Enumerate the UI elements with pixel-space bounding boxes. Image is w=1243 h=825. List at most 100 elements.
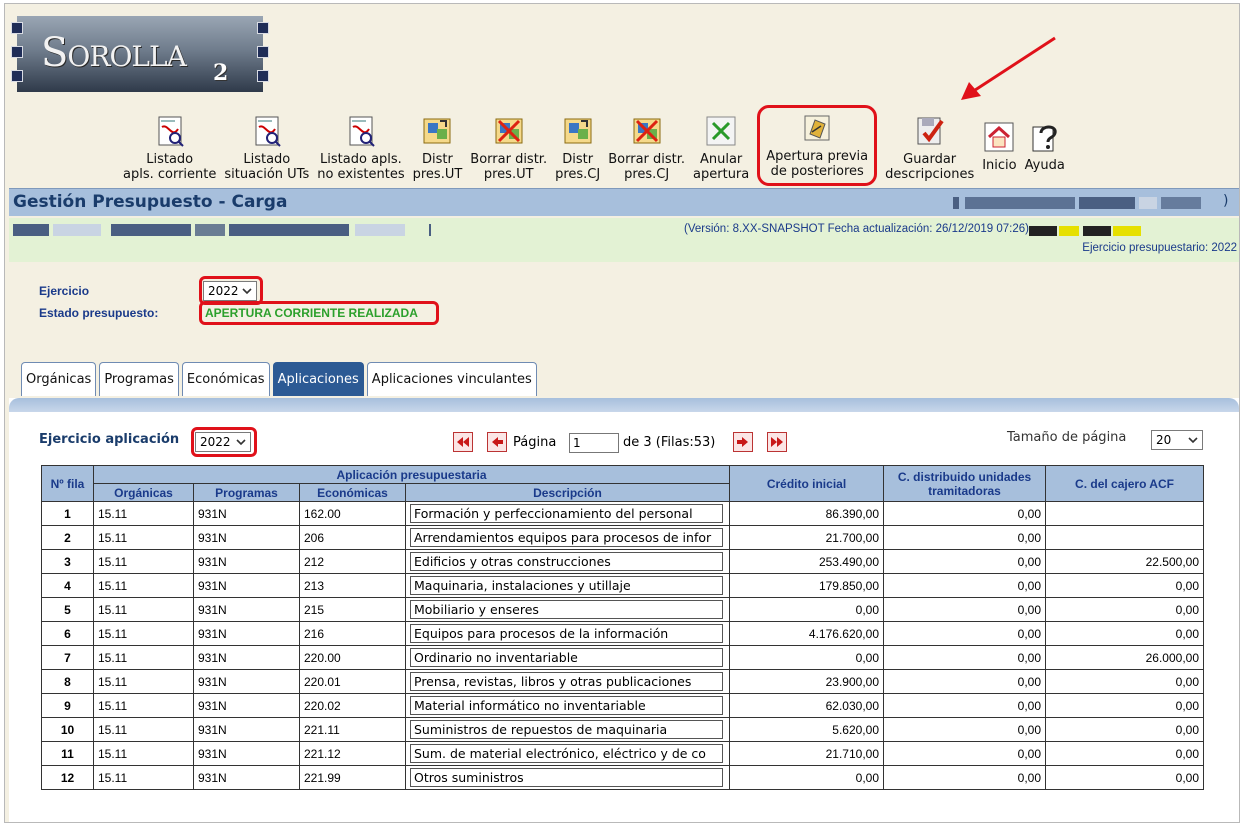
pagina-label: Página (513, 435, 557, 450)
cell-programa: 931N (193, 597, 300, 622)
cell-c-distribuido: 0,00 (883, 669, 1046, 694)
ejercicio-aplicacion-label: Ejercicio aplicación (39, 432, 180, 447)
cell-economica: 220.00 (299, 645, 406, 670)
cell-credito-inicial: 253.490,00 (729, 549, 884, 574)
cell-descripcion: Mobiliario y enseres (405, 597, 730, 622)
table-row: 6 15.11 931N 216 Equipos para procesos de la… (41, 621, 1204, 646)
cell-economica: 216 (299, 621, 406, 646)
redacted-block (53, 224, 101, 236)
distr-pres-ut-button[interactable]: Distr pres.UT (412, 115, 463, 186)
cell-organica: 15.11 (93, 549, 194, 574)
toolbar-label-line2: pres.UT (412, 167, 463, 182)
apertura-previa-button[interactable]: Apertura previa de posteriores (757, 105, 878, 186)
table-row: 3 15.11 931N 212 Edificios y otras construcc… (41, 549, 1204, 574)
next-page-button[interactable] (733, 432, 753, 452)
cell-organica: 15.11 (93, 573, 194, 598)
toolbar-label-line2: descripciones (885, 167, 975, 182)
redacted-block (13, 224, 49, 236)
tamano-pagina-label: Tamaño de página (1007, 430, 1127, 445)
descripcion-input[interactable]: Sum. de material electrónico, eléctrico … (410, 744, 723, 763)
toolbar-label-line1: Listado (146, 152, 194, 167)
listado-apls-no-existentes-button[interactable]: Listado apls. no existentes (317, 115, 405, 186)
redacted-block (111, 224, 191, 236)
redacted-block (1113, 226, 1141, 236)
tab-org-nicas[interactable]: Orgánicas (21, 362, 97, 396)
descripcion-input[interactable]: Otros suministros (410, 768, 723, 787)
descripcion-input[interactable]: Arrendamientos equipos para procesos de … (410, 528, 723, 547)
prev-page-button[interactable] (487, 432, 507, 452)
descripcion-input[interactable]: Formación y perfeccionamiento del person… (410, 504, 723, 523)
col-organicas: Orgánicas (93, 483, 194, 502)
cell-organica: 15.11 (93, 501, 194, 526)
row-number: 3 (41, 549, 94, 574)
chevron-down-icon (1188, 437, 1198, 444)
cell-economica: 213 (299, 573, 406, 598)
tab-programas[interactable]: Programas (99, 362, 179, 396)
pagina-input[interactable]: 1 (569, 433, 619, 453)
last-page-button[interactable] (767, 432, 787, 452)
descripcion-input[interactable]: Edificios y otras construcciones (410, 552, 723, 571)
cell-descripcion: Maquinaria, instalaciones y utillaje (405, 573, 730, 598)
cell-credito-inicial: 23.900,00 (729, 669, 884, 694)
col-group-aplicacion: Aplicación presupuestaria (93, 465, 730, 484)
ejercicio-presupuestario-text: Ejercicio presupuestario: 2022 (1082, 242, 1237, 254)
home-icon (983, 121, 1015, 158)
delete-distribution-icon (631, 115, 663, 152)
logo-text: Sorolla (41, 30, 187, 76)
redacted-block (1029, 226, 1057, 236)
row-number: 8 (41, 669, 94, 694)
cell-economica: 206 (299, 525, 406, 550)
cell-economica: 221.11 (299, 717, 406, 742)
cell-economica: 215 (299, 597, 406, 622)
guardar-descripciones-button[interactable]: Guardar descripciones (885, 115, 974, 186)
col-c-distribuido: C. distribuido unidades tramitadoras (883, 465, 1046, 502)
borrar-distr-pres-ut-button[interactable]: Borrar distr. pres.UT (470, 115, 547, 186)
table-row: 1 15.11 931N 162.00 Formación y perfeccionam… (41, 501, 1204, 526)
table-row: 11 15.11 931N 221.12 Sum. de material electr… (41, 741, 1204, 766)
descripcion-input[interactable]: Prensa, revistas, libros y otras publica… (410, 672, 723, 691)
cell-c-cajero: 0,00 (1045, 693, 1204, 718)
table-row: 7 15.11 931N 220.00 Ordinario no inventariab… (41, 645, 1204, 670)
info-bar: (Versión: 8.XX-SNAPSHOT Fecha actualizac… (9, 218, 1239, 262)
cell-programa: 931N (193, 501, 300, 526)
ayuda-button[interactable]: Ayuda (1025, 121, 1065, 186)
row-number: 10 (41, 717, 94, 742)
pagina-input-value: 1 (573, 436, 581, 450)
descripcion-input[interactable]: Ordinario no inventariable (410, 648, 723, 667)
last-page-icon (771, 437, 783, 447)
cell-descripcion: Sum. de material electrónico, eléctrico … (405, 741, 730, 766)
cell-c-distribuido: 0,00 (883, 573, 1046, 598)
first-page-button[interactable] (453, 432, 473, 452)
table-row: 12 15.11 931N 221.99 Otros suministros 0,00 0,… (41, 765, 1204, 790)
descripcion-input[interactable]: Equipos para procesos de la información (410, 624, 723, 643)
descripcion-input[interactable]: Maquinaria, instalaciones y utillaje (410, 576, 723, 595)
col-programas: Programas (193, 483, 300, 502)
cell-programa: 931N (193, 669, 300, 694)
header-close-paren: ) (1223, 193, 1229, 209)
distr-pres-cj-button[interactable]: Distr pres.CJ (555, 115, 600, 186)
row-number: 2 (41, 525, 94, 550)
listado-apls-corriente-button[interactable]: Listado apls. corriente (123, 115, 216, 186)
listado-situacion-uts-button[interactable]: Listado situación UTs (224, 115, 309, 186)
toolbar-label-line1: Distr (562, 152, 594, 167)
tamano-pagina-select[interactable]: 20 (1151, 430, 1203, 450)
anular-apertura-button[interactable]: Anular apertura (693, 115, 749, 186)
inicio-button[interactable]: Inicio (982, 121, 1017, 186)
redacted-block (1059, 226, 1079, 236)
redacted-block (229, 224, 349, 236)
tab-aplicaciones-vinculantes[interactable]: Aplicaciones vinculantes (366, 362, 537, 396)
borrar-distr-pres-cj-button[interactable]: Borrar distr. pres.CJ (608, 115, 685, 186)
cell-c-cajero: 22.500,00 (1045, 549, 1204, 574)
cell-programa: 931N (193, 693, 300, 718)
descripcion-input[interactable]: Suministros de repuestos de maquinaria (410, 720, 723, 739)
descripcion-input[interactable]: Material informático no inventariable (410, 696, 723, 715)
descripcion-input[interactable]: Mobiliario y enseres (410, 600, 723, 619)
cell-economica: 162.00 (299, 501, 406, 526)
toolbar-label-line1: Borrar distr. (470, 152, 548, 167)
cell-descripcion: Edificios y otras construcciones (405, 549, 730, 574)
tab-aplicaciones[interactable]: Aplicaciones (272, 362, 364, 396)
cell-credito-inicial: 179.850,00 (729, 573, 884, 598)
col-credito-inicial: Crédito inicial (729, 465, 884, 502)
tab-econ-micas[interactable]: Económicas (181, 362, 270, 396)
col-nfila: Nº fila (41, 465, 94, 502)
